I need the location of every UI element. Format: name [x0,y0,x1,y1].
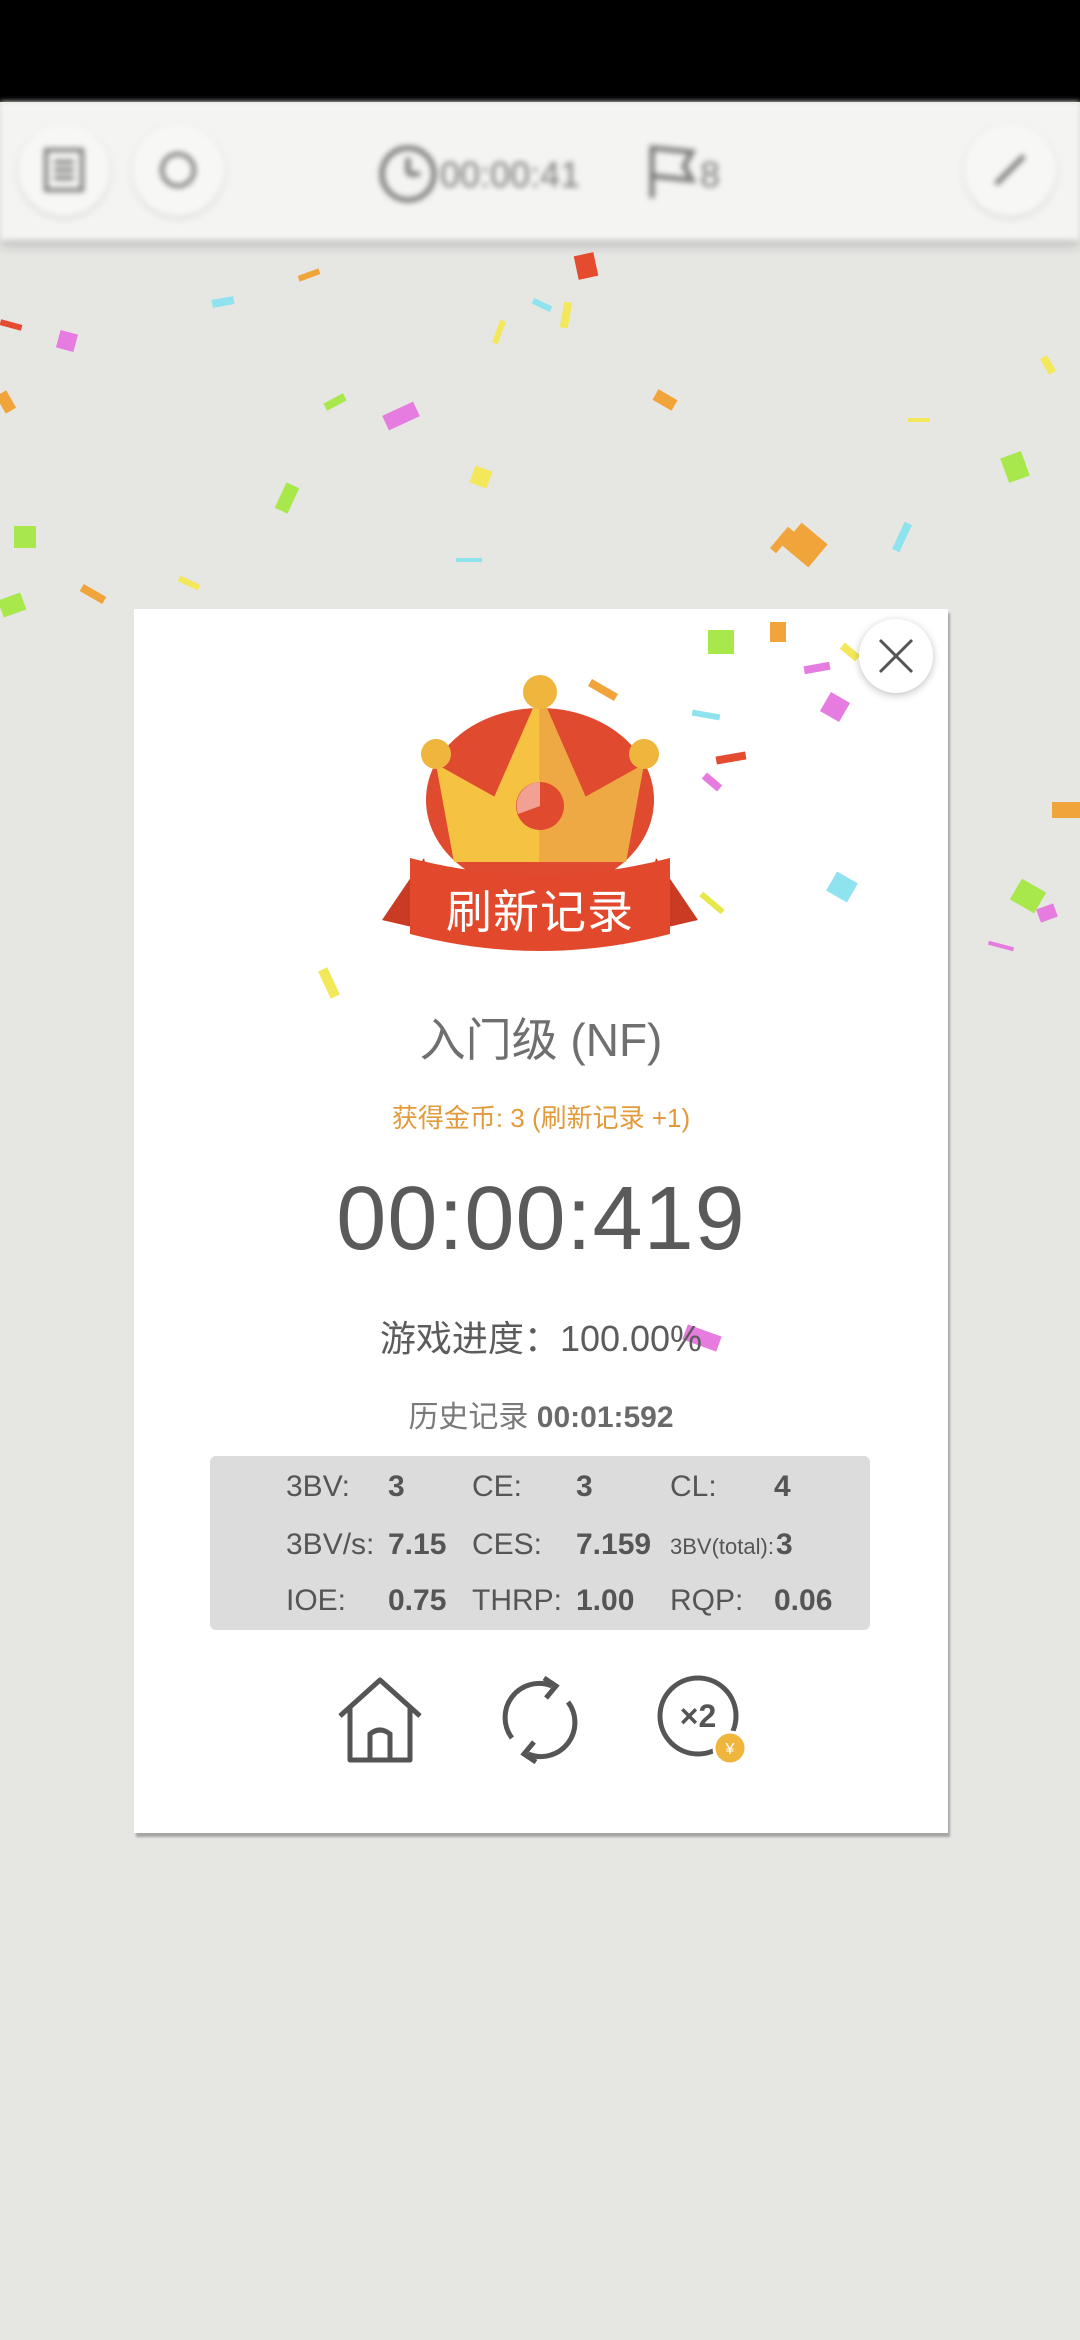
stat-value: 7.15 [388,1528,447,1561]
tool-icon [994,154,1026,186]
stat-label: 3BV: [286,1470,350,1503]
confetti [0,390,17,414]
game-time: 00:00:419 [336,1169,746,1269]
stat-value: 1.00 [576,1584,635,1617]
svg-text:¥: ¥ [725,1741,735,1758]
stat-value: 7.159 [576,1528,652,1561]
confetti [274,482,300,514]
confetti [1036,903,1058,923]
restart-button[interactable] [492,1672,588,1768]
stat-value: 3 [388,1470,405,1503]
confetti [0,592,27,618]
double-reward-button[interactable]: ×2 ¥ [654,1672,754,1776]
confetti [55,329,79,353]
stats-panel: 3BV: 3 CE: 3 CL: 4 3BV/s: 7.15 CES: 7.15… [210,1456,870,1630]
confetti [652,389,678,411]
close-icon [878,638,914,674]
home-button[interactable] [332,1672,428,1768]
confetti [770,622,786,642]
settings-button[interactable] [964,124,1056,216]
confetti [1040,355,1056,375]
stat-label: CL: [670,1470,717,1503]
stat-value: 3 [576,1470,593,1503]
coins-earned: 获得金币: 3 (刷新记录 +1) [391,1103,691,1133]
confetti [573,252,599,280]
confetti [708,630,734,654]
confetti [559,301,573,329]
toolbar: 00:00:41 8 [0,102,1080,240]
confetti [1052,802,1080,818]
flag-icon [649,145,697,198]
confetti [211,296,235,308]
history-record: 历史记录 00:01:592 [134,1392,948,1436]
confetti [0,319,23,331]
history-value: 00:01:592 [536,1401,674,1434]
svg-text:×2: ×2 [680,1698,716,1734]
stat-value: 0.75 [388,1584,447,1617]
difficulty-level: 入门级 (NF) [419,1014,663,1066]
stat-label: IOE: [286,1584,347,1617]
confetti [456,558,482,562]
progress-label: 游戏进度： [379,1318,560,1359]
stat-label: RQP: [670,1584,744,1617]
stat-label: CES: [472,1528,543,1561]
confetti [469,465,493,489]
game-progress: 游戏进度：100.00% [134,1310,948,1362]
stat-label: CE: [472,1470,523,1503]
restart-icon [502,1675,578,1765]
stat-value: 3 [776,1528,793,1561]
confetti [987,940,1015,952]
stat-value: 4 [774,1470,791,1503]
close-button[interactable] [859,619,933,693]
record-banner-label: 刷新记录 [446,886,634,938]
confetti [1000,451,1030,483]
stat-value: 0.06 [774,1584,833,1617]
confetti [531,298,553,312]
toolbar-flag-count: 8 [700,154,721,195]
list-icon [44,148,84,192]
confetti [908,418,930,422]
confetti [382,401,420,431]
stat-label: 3BV(total): [670,1534,774,1559]
progress-value: 100.00% [559,1318,703,1359]
history-label: 历史记录 [408,1401,529,1434]
stat-label: 3BV/s: [286,1528,375,1561]
confetti [323,393,347,411]
refresh-icon [160,152,196,188]
menu-button[interactable] [18,124,110,216]
clock-icon [379,145,437,203]
toolbar-timer: 00:00:41 [440,154,581,195]
confetti [492,319,506,345]
confetti [297,268,321,282]
status-bar [0,0,1080,102]
confetti [14,526,36,548]
restart-button-toolbar[interactable] [132,124,224,216]
confetti [892,521,912,553]
home-icon [338,1677,422,1763]
stat-label: THRP: [472,1584,562,1617]
confetti [177,575,201,591]
confetti [79,584,107,604]
double-reward-icon: ×2 ¥ [657,1675,748,1766]
